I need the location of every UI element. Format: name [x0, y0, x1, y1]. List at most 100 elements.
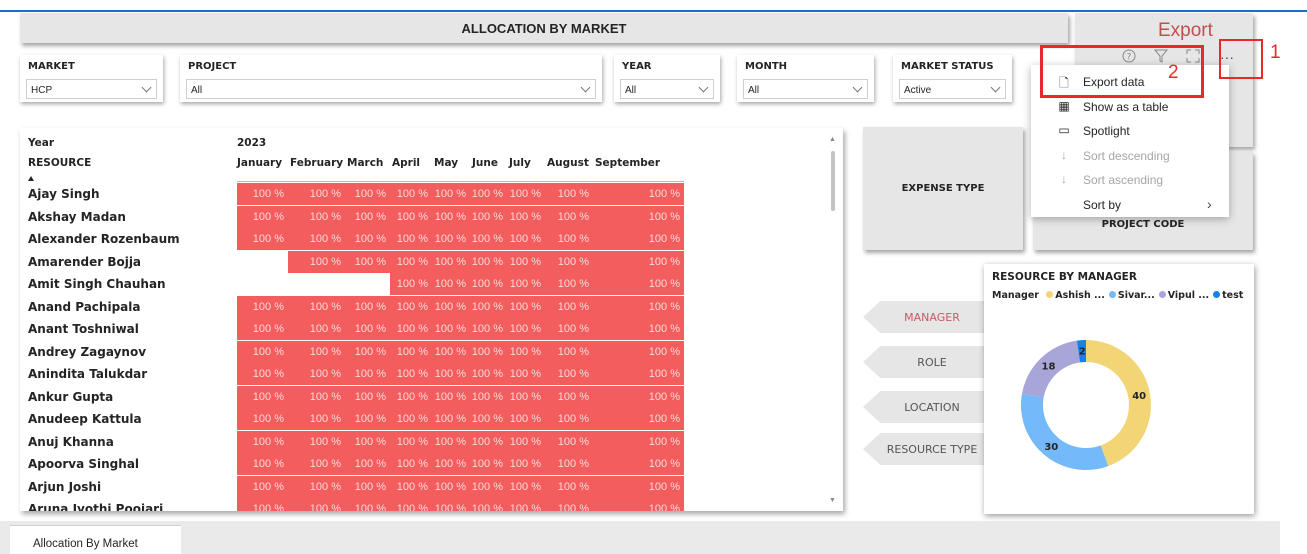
allocation-cell[interactable]: 100 %: [345, 318, 390, 340]
market-status-dropdown[interactable]: Active: [899, 79, 1006, 99]
allocation-cell[interactable]: 100 %: [390, 183, 432, 205]
allocation-cell[interactable]: 100 %: [390, 453, 432, 475]
allocation-cell[interactable]: 100 %: [345, 498, 390, 511]
allocation-cell[interactable]: 100 %: [432, 475, 470, 498]
scroll-down-icon[interactable]: ▼: [829, 497, 836, 504]
allocation-cell[interactable]: 100 %: [237, 318, 288, 340]
resource-by-manager-chart[interactable]: RESOURCE BY MANAGER Manager Ashish ... Si…: [984, 264, 1254, 514]
allocation-cell[interactable]: 100 %: [545, 318, 593, 340]
allocation-cell[interactable]: 100 %: [507, 183, 545, 205]
allocation-cell[interactable]: 100 %: [470, 498, 507, 511]
table-row[interactable]: Amarender Bojja 100 % 100 % 100 % 100 % 100 %…: [20, 250, 684, 273]
allocation-cell[interactable]: 100 %: [470, 273, 507, 295]
project-dropdown[interactable]: All: [186, 79, 596, 99]
allocation-cell[interactable]: 100 %: [470, 363, 507, 385]
expense-type-tile[interactable]: EXPENSE TYPE: [863, 127, 1023, 250]
scrollbar-thumb[interactable]: [831, 151, 835, 211]
allocation-cell[interactable]: 100 %: [345, 250, 390, 273]
allocation-cell[interactable]: 100 %: [545, 363, 593, 385]
scroll-up-icon[interactable]: ▲: [829, 136, 836, 143]
allocation-cell[interactable]: 100 %: [288, 183, 345, 205]
allocation-cell[interactable]: 100 %: [593, 205, 684, 228]
month-dropdown[interactable]: All: [743, 79, 868, 99]
allocation-cell[interactable]: 100 %: [288, 250, 345, 273]
allocation-cell[interactable]: 100 %: [432, 498, 470, 511]
matrix-scrollbar[interactable]: ▲ ▼: [829, 136, 837, 504]
allocation-cell[interactable]: 100 %: [432, 408, 470, 430]
allocation-cell[interactable]: 100 %: [345, 430, 390, 453]
allocation-cell[interactable]: 100 %: [432, 273, 470, 295]
allocation-cell[interactable]: 100 %: [237, 295, 288, 318]
allocation-cell[interactable]: 100 %: [345, 228, 390, 250]
allocation-cell[interactable]: [345, 273, 390, 295]
allocation-cell[interactable]: 100 %: [545, 385, 593, 408]
donut-slice[interactable]: [1021, 393, 1109, 470]
market-status-slicer[interactable]: MARKET STATUS Active: [893, 55, 1012, 102]
allocation-cell[interactable]: 100 %: [545, 183, 593, 205]
allocation-cell[interactable]: [237, 250, 288, 273]
allocation-cell[interactable]: 100 %: [507, 295, 545, 318]
allocation-cell[interactable]: 100 %: [432, 385, 470, 408]
year-dropdown[interactable]: All: [620, 79, 714, 99]
allocation-cell[interactable]: 100 %: [390, 250, 432, 273]
allocation-cell[interactable]: 100 %: [390, 430, 432, 453]
allocation-cell[interactable]: 100 %: [390, 318, 432, 340]
allocation-cell[interactable]: 100 %: [345, 385, 390, 408]
month-header[interactable]: June: [472, 157, 498, 169]
project-slicer[interactable]: PROJECT All: [180, 55, 602, 102]
market-dropdown[interactable]: HCP: [26, 79, 157, 99]
allocation-cell[interactable]: 100 %: [345, 205, 390, 228]
year-slicer[interactable]: YEAR All: [614, 55, 720, 102]
allocation-cell[interactable]: 100 %: [593, 385, 684, 408]
allocation-cell[interactable]: 100 %: [432, 250, 470, 273]
allocation-cell[interactable]: 100 %: [545, 295, 593, 318]
allocation-cell[interactable]: 100 %: [470, 475, 507, 498]
allocation-cell[interactable]: 100 %: [288, 318, 345, 340]
allocation-cell[interactable]: 100 %: [470, 430, 507, 453]
tab-allocation-by-market[interactable]: Allocation By Market: [10, 525, 181, 554]
allocation-cell[interactable]: 100 %: [545, 228, 593, 250]
allocation-cell[interactable]: 100 %: [390, 363, 432, 385]
allocation-cell[interactable]: 100 %: [593, 250, 684, 273]
allocation-cell[interactable]: 100 %: [237, 385, 288, 408]
month-header[interactable]: March: [347, 157, 383, 169]
allocation-cell[interactable]: 100 %: [545, 408, 593, 430]
allocation-cell[interactable]: 100 %: [345, 295, 390, 318]
allocation-cell[interactable]: 100 %: [345, 363, 390, 385]
table-row[interactable]: Apoorva Singhal 100 % 100 % 100 % 100 % 100 %…: [20, 453, 684, 475]
allocation-cell[interactable]: 100 %: [390, 385, 432, 408]
month-header[interactable]: August: [547, 157, 589, 169]
allocation-cell[interactable]: 100 %: [593, 273, 684, 295]
month-header[interactable]: May: [434, 157, 458, 169]
allocation-cell[interactable]: 100 %: [507, 205, 545, 228]
allocation-cell[interactable]: 100 %: [288, 475, 345, 498]
allocation-cell[interactable]: 100 %: [507, 273, 545, 295]
allocation-cell[interactable]: 100 %: [470, 385, 507, 408]
allocation-cell[interactable]: 100 %: [470, 408, 507, 430]
allocation-cell[interactable]: 100 %: [593, 430, 684, 453]
table-row[interactable]: Amit Singh Chauhan 100 % 100 % 100 % 100 % 10…: [20, 273, 684, 295]
allocation-cell[interactable]: 100 %: [432, 430, 470, 453]
allocation-cell[interactable]: 100 %: [545, 205, 593, 228]
allocation-cell[interactable]: 100 %: [507, 430, 545, 453]
allocation-cell[interactable]: 100 %: [345, 340, 390, 363]
allocation-cell[interactable]: 100 %: [432, 183, 470, 205]
month-header[interactable]: July: [509, 157, 531, 169]
allocation-cell[interactable]: 100 %: [470, 453, 507, 475]
allocation-cell[interactable]: 100 %: [288, 453, 345, 475]
allocation-cell[interactable]: 100 %: [237, 340, 288, 363]
allocation-cell[interactable]: 100 %: [345, 475, 390, 498]
allocation-cell[interactable]: 100 %: [237, 205, 288, 228]
allocation-cell[interactable]: 100 %: [345, 453, 390, 475]
allocation-cell[interactable]: 100 %: [507, 453, 545, 475]
allocation-cell[interactable]: 100 %: [545, 498, 593, 511]
allocation-cell[interactable]: 100 %: [470, 295, 507, 318]
table-row[interactable]: Alexander Rozenbaum 100 % 100 % 100 % 100 % 1…: [20, 228, 684, 250]
allocation-cell[interactable]: 100 %: [288, 385, 345, 408]
allocation-cell[interactable]: 100 %: [390, 340, 432, 363]
allocation-cell[interactable]: 100 %: [237, 475, 288, 498]
allocation-cell[interactable]: 100 %: [288, 228, 345, 250]
table-row[interactable]: Arjun Joshi 100 % 100 % 100 % 100 % 100 % 100 …: [20, 475, 684, 498]
allocation-cell[interactable]: 100 %: [237, 453, 288, 475]
allocation-cell[interactable]: 100 %: [507, 228, 545, 250]
